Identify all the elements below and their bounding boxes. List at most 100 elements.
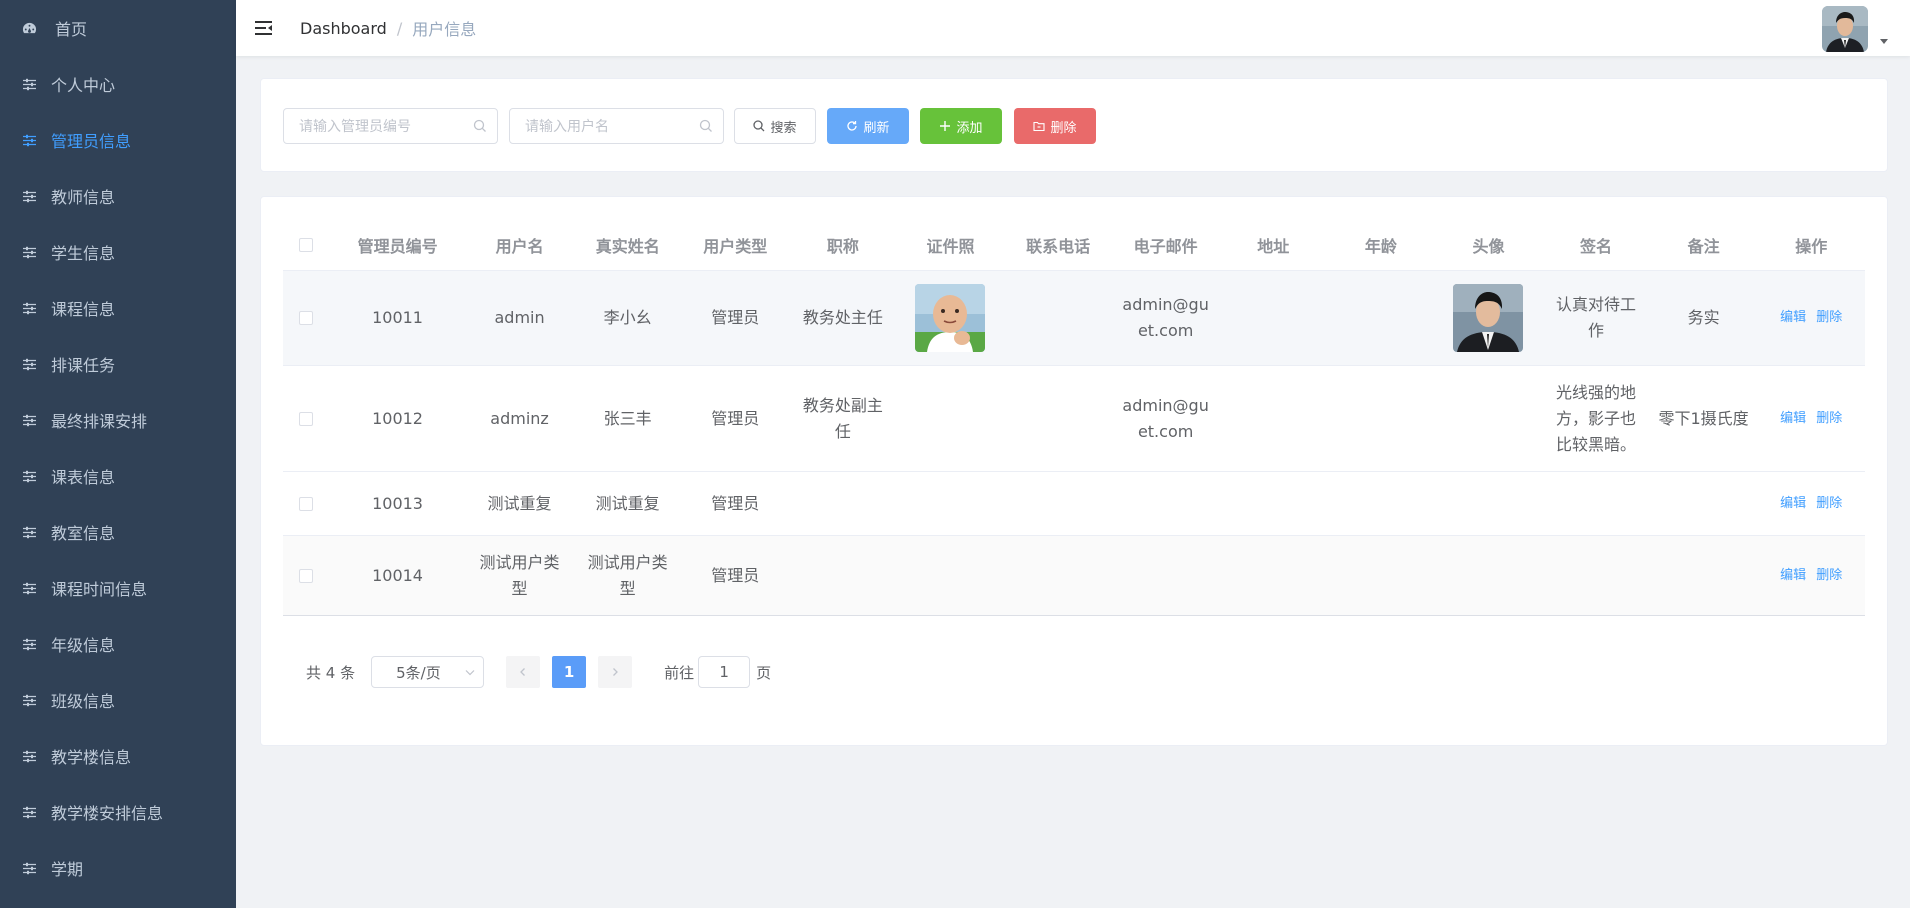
pagination-total: 共 4 条 [306,663,356,682]
sidebar-item[interactable]: 最终排课安排 [0,392,236,448]
cell-realname: 张三丰 [603,408,652,428]
sliders-icon [22,861,37,876]
row-actions: 编辑 删除 [1757,305,1865,331]
breadcrumb: Dashboard / 用户信息 [300,16,476,40]
cell-username: 测试用户类型 [479,552,560,598]
search-icon [699,119,712,132]
admin-no-field [283,108,498,144]
goto-prefix: 前往 [664,663,695,682]
search-button[interactable]: 搜索 [734,108,816,144]
chevron-left-icon [520,668,526,676]
column-header: 头像 [1472,236,1505,256]
sidebar-item[interactable]: 个人中心 [0,56,236,112]
row-actions: 编辑 删除 [1757,491,1865,517]
refresh-button-label: 刷新 [863,120,890,136]
sliders-icon [22,805,37,820]
column-header: 职称 [826,236,859,256]
cell-username: 测试重复 [487,493,552,513]
row-checkbox[interactable] [299,496,314,511]
delete-button[interactable]: 删除 [1014,108,1096,144]
next-page-button[interactable] [598,656,633,688]
sidebar-item[interactable]: 学期 [0,840,236,896]
column-header: 真实姓名 [595,236,660,256]
column-header: 用户类型 [703,236,768,256]
column-header: 联系电话 [1026,236,1091,256]
row-checkbox[interactable] [299,568,314,583]
folder-delete-icon [1033,121,1046,132]
cell-remark: 务实 [1687,308,1720,327]
sidebar-item-label: 教室信息 [51,524,116,543]
username-input[interactable] [510,109,690,143]
sliders-icon [22,637,37,652]
column-header: 地址 [1257,236,1290,256]
cell-realname: 测试用户类型 [587,552,668,598]
table-row: 10014 测试用户类型 测试用户类型 管理员 编辑 删除 [283,536,1865,616]
chevron-right-icon [613,668,619,676]
cell-remark: 零下1摄氏度 [1658,408,1749,428]
select-all-checkbox[interactable] [299,237,314,252]
row-select-cell [283,411,330,426]
sidebar-item[interactable]: 班级信息 [0,672,236,728]
prev-page-button[interactable] [506,656,541,688]
row-checkbox[interactable] [299,311,314,325]
breadcrumb-separator: / [396,18,403,38]
cell-no: 10012 [372,408,423,428]
delete-link[interactable]: 删除 [1816,305,1842,331]
sidebar-item[interactable]: 学生信息 [0,224,236,280]
avatar[interactable] [1822,6,1868,52]
delete-link[interactable]: 删除 [1816,491,1842,517]
sidebar-item[interactable]: 管理员信息 [0,112,236,168]
sidebar-item[interactable]: 教学楼信息 [0,728,236,784]
cell-type: 管理员 [711,308,760,327]
edit-link[interactable]: 编辑 [1780,406,1806,432]
page-size-select[interactable]: 5条/页 [371,656,485,688]
sliders-icon [22,133,37,148]
row-actions: 编辑 删除 [1757,406,1865,432]
cell-realname: 测试重复 [595,493,660,513]
sidebar-item[interactable]: 课程时间信息 [0,560,236,616]
sidebar-item[interactable]: 课表信息 [0,448,236,504]
chevron-down-icon [465,670,475,676]
image-cell [1435,284,1543,352]
edit-link[interactable]: 编辑 [1780,563,1806,589]
cell-no: 10014 [372,565,423,585]
goto-page-input[interactable]: 1 [698,656,751,688]
edit-link[interactable]: 编辑 [1780,491,1806,517]
sidebar-item-home[interactable]: 首页 [0,0,236,56]
row-checkbox[interactable] [299,411,314,426]
delete-link[interactable]: 删除 [1816,406,1842,432]
sidebar-item[interactable]: 教师信息 [0,168,236,224]
edit-link[interactable]: 编辑 [1780,305,1806,331]
search-button-label: 搜索 [770,120,797,136]
add-button[interactable]: 添加 [920,108,1002,144]
cell-email: admin@guet.com [1122,395,1209,441]
sidebar-item[interactable]: 教室信息 [0,504,236,560]
sidebar-item-label: 教师信息 [51,188,116,207]
cell-username: admin [494,308,545,327]
breadcrumb-dashboard[interactable]: Dashboard [300,19,387,38]
sidebar-item[interactable]: 排课任务 [0,336,236,392]
cell-signature: 光线强的地方，影子也比较黑暗。 [1555,382,1636,454]
delete-link[interactable]: 删除 [1816,563,1842,589]
admin-no-input[interactable] [284,109,464,143]
sidebar-item[interactable]: 教学楼安排信息 [0,784,236,840]
goto-suffix: 页 [756,663,772,682]
column-header: 用户名 [495,236,544,256]
sliders-icon [22,525,37,540]
search-icon [753,120,765,132]
sliders-icon [22,693,37,708]
row-select-cell [283,311,330,325]
cell-title: 教务处主任 [802,308,883,327]
refresh-icon [847,121,858,131]
page-number[interactable]: 1 [552,656,587,688]
sidebar-item[interactable]: 课程信息 [0,280,236,336]
hamburger-icon[interactable] [254,18,274,38]
sidebar-item[interactable]: 年级信息 [0,616,236,672]
sidebar-item-label: 管理员信息 [51,132,132,151]
sidebar-item-label: 班级信息 [51,692,116,711]
delete-button-label: 删除 [1050,120,1077,136]
sliders-icon [22,749,37,764]
refresh-button[interactable]: 刷新 [827,108,909,144]
sliders-icon [22,413,37,428]
user-menu[interactable] [1822,6,1888,52]
